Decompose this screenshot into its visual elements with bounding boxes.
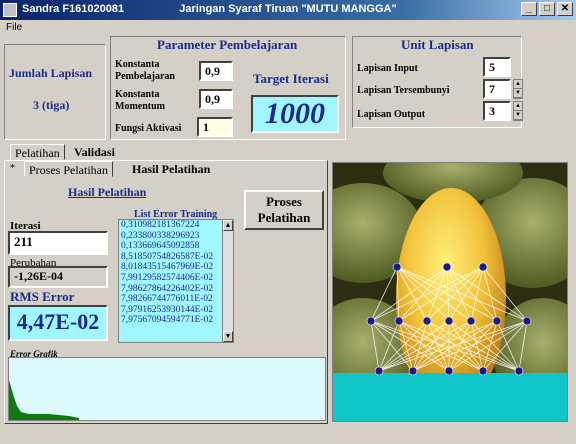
network-node <box>442 262 452 272</box>
iterasi-field[interactable]: 211 <box>8 231 108 255</box>
menu-file[interactable]: File <box>6 22 22 33</box>
app-window: Sandra F161020081 Jaringan Syaraf Tiruan… <box>0 0 576 444</box>
mango-network-image <box>332 162 568 422</box>
unit-lapisan-panel: Unit Lapisan Lapisan Input 5 Lapisan Ter… <box>352 36 523 128</box>
error-list-item[interactable]: 0,233800338296923 <box>119 231 233 242</box>
error-list-item[interactable]: 7,97567094594771E-02 <box>119 315 233 326</box>
konstanta-momentum-input[interactable]: 0,9 <box>199 89 233 109</box>
subtab-proses-pelatihan[interactable]: Proses Pelatihan <box>24 161 113 177</box>
lapisan-output-spinner[interactable]: ▲ ▼ <box>513 101 523 121</box>
error-graph-svg <box>9 380 79 420</box>
error-list-item[interactable]: 7,98627864226402E-02 <box>119 284 233 295</box>
network-node <box>514 366 524 376</box>
scroll-down-icon[interactable]: ▼ <box>223 331 233 342</box>
menu-bar: File <box>0 20 576 36</box>
rms-error-label: RMS Error <box>10 289 75 304</box>
unit-lapisan-title: Unit Lapisan <box>401 37 474 52</box>
app-icon <box>3 3 17 17</box>
network-node <box>374 366 384 376</box>
lapisan-input-field[interactable]: 5 <box>483 57 511 77</box>
network-node <box>478 366 488 376</box>
network-node <box>444 316 454 326</box>
jumlah-lapisan-panel: Jumlah Lapisan 3 (tiga) <box>4 44 106 140</box>
lapisan-output-field[interactable]: 3 <box>483 101 511 121</box>
title-bar[interactable]: Sandra F161020081 Jaringan Syaraf Tiruan… <box>0 0 576 20</box>
konstanta-momentum-label: Konstanta Momentum <box>115 89 165 112</box>
error-list-item[interactable]: 8,51850754826587E-02 <box>119 252 233 263</box>
subtab-marker: * <box>10 163 15 174</box>
konstanta-pembelajaran-label: Konstanta Pembelajaran <box>115 59 175 82</box>
network-node <box>408 366 418 376</box>
close-button[interactable]: ✕ <box>557 2 573 16</box>
jumlah-lapisan-value: 3 (tiga) <box>33 98 70 112</box>
jumlah-lapisan-label: Jumlah Lapisan <box>9 66 93 80</box>
title-user: Sandra F161020081 <box>22 3 125 15</box>
error-training-list[interactable]: 0,310982181367224 0,233800338296923 0,1336… <box>118 219 234 343</box>
error-list-item[interactable]: 0,133669645092858 <box>119 241 233 252</box>
network-node <box>492 316 502 326</box>
lapisan-tersembunyi-label: Lapisan Tersembunyi <box>357 85 450 96</box>
target-iterasi-label: Target Iterasi <box>253 71 329 86</box>
error-list-item[interactable]: 7,98266744776011E-02 <box>119 294 233 305</box>
minimize-button[interactable]: _ <box>521 2 537 16</box>
rms-error-value: 4,47E-02 <box>8 305 108 341</box>
proses-pelatihan-button[interactable]: Proses Pelatihan <box>244 190 324 230</box>
network-node <box>394 316 404 326</box>
fungsi-aktivasi-input[interactable]: 1 <box>197 117 233 137</box>
tab-pelatihan[interactable]: Pelatihan <box>10 144 65 160</box>
lapisan-output-label: Lapisan Output <box>357 109 426 120</box>
network-node <box>478 262 488 272</box>
network-node <box>522 316 532 326</box>
maximize-button[interactable]: □ <box>539 2 555 16</box>
error-list-item[interactable]: 8,01843515467969E-02 <box>119 262 233 273</box>
error-list-item[interactable]: 0,310982181367224 <box>119 220 233 231</box>
lapisan-tersembunyi-spinner[interactable]: ▲ ▼ <box>513 79 523 99</box>
error-graph <box>8 357 326 421</box>
target-iterasi-value[interactable]: 1000 <box>251 95 339 133</box>
konstanta-pembelajaran-input[interactable]: 0,9 <box>199 61 233 81</box>
error-list-item[interactable]: 7,99129582574406E-02 <box>119 273 233 284</box>
list-scrollbar[interactable]: ▲ ▼ <box>222 220 233 342</box>
perubahan-field: -1,26E-04 <box>8 266 108 288</box>
network-node <box>444 366 454 376</box>
parameter-panel: Parameter Pembelajaran Konstanta Pembela… <box>110 36 346 140</box>
network-node <box>422 316 432 326</box>
network-node <box>366 316 376 326</box>
error-list-item[interactable]: 7,97916253930144E-02 <box>119 305 233 316</box>
lapisan-tersembunyi-field[interactable]: 7 <box>483 79 511 99</box>
fungsi-aktivasi-label: Fungsi Aktivasi <box>115 123 182 134</box>
subtab-hasil-pelatihan[interactable]: Hasil Pelatihan <box>128 161 214 177</box>
hasil-pelatihan-title: Hasil Pelatihan <box>68 185 147 199</box>
tab-validasi[interactable]: Validasi <box>70 144 119 160</box>
scroll-up-icon[interactable]: ▲ <box>223 220 233 231</box>
error-curve <box>9 380 79 420</box>
network-node <box>392 262 402 272</box>
network-node <box>466 316 476 326</box>
lapisan-input-label: Lapisan Input <box>357 63 418 74</box>
parameter-title: Parameter Pembelajaran <box>157 37 298 52</box>
